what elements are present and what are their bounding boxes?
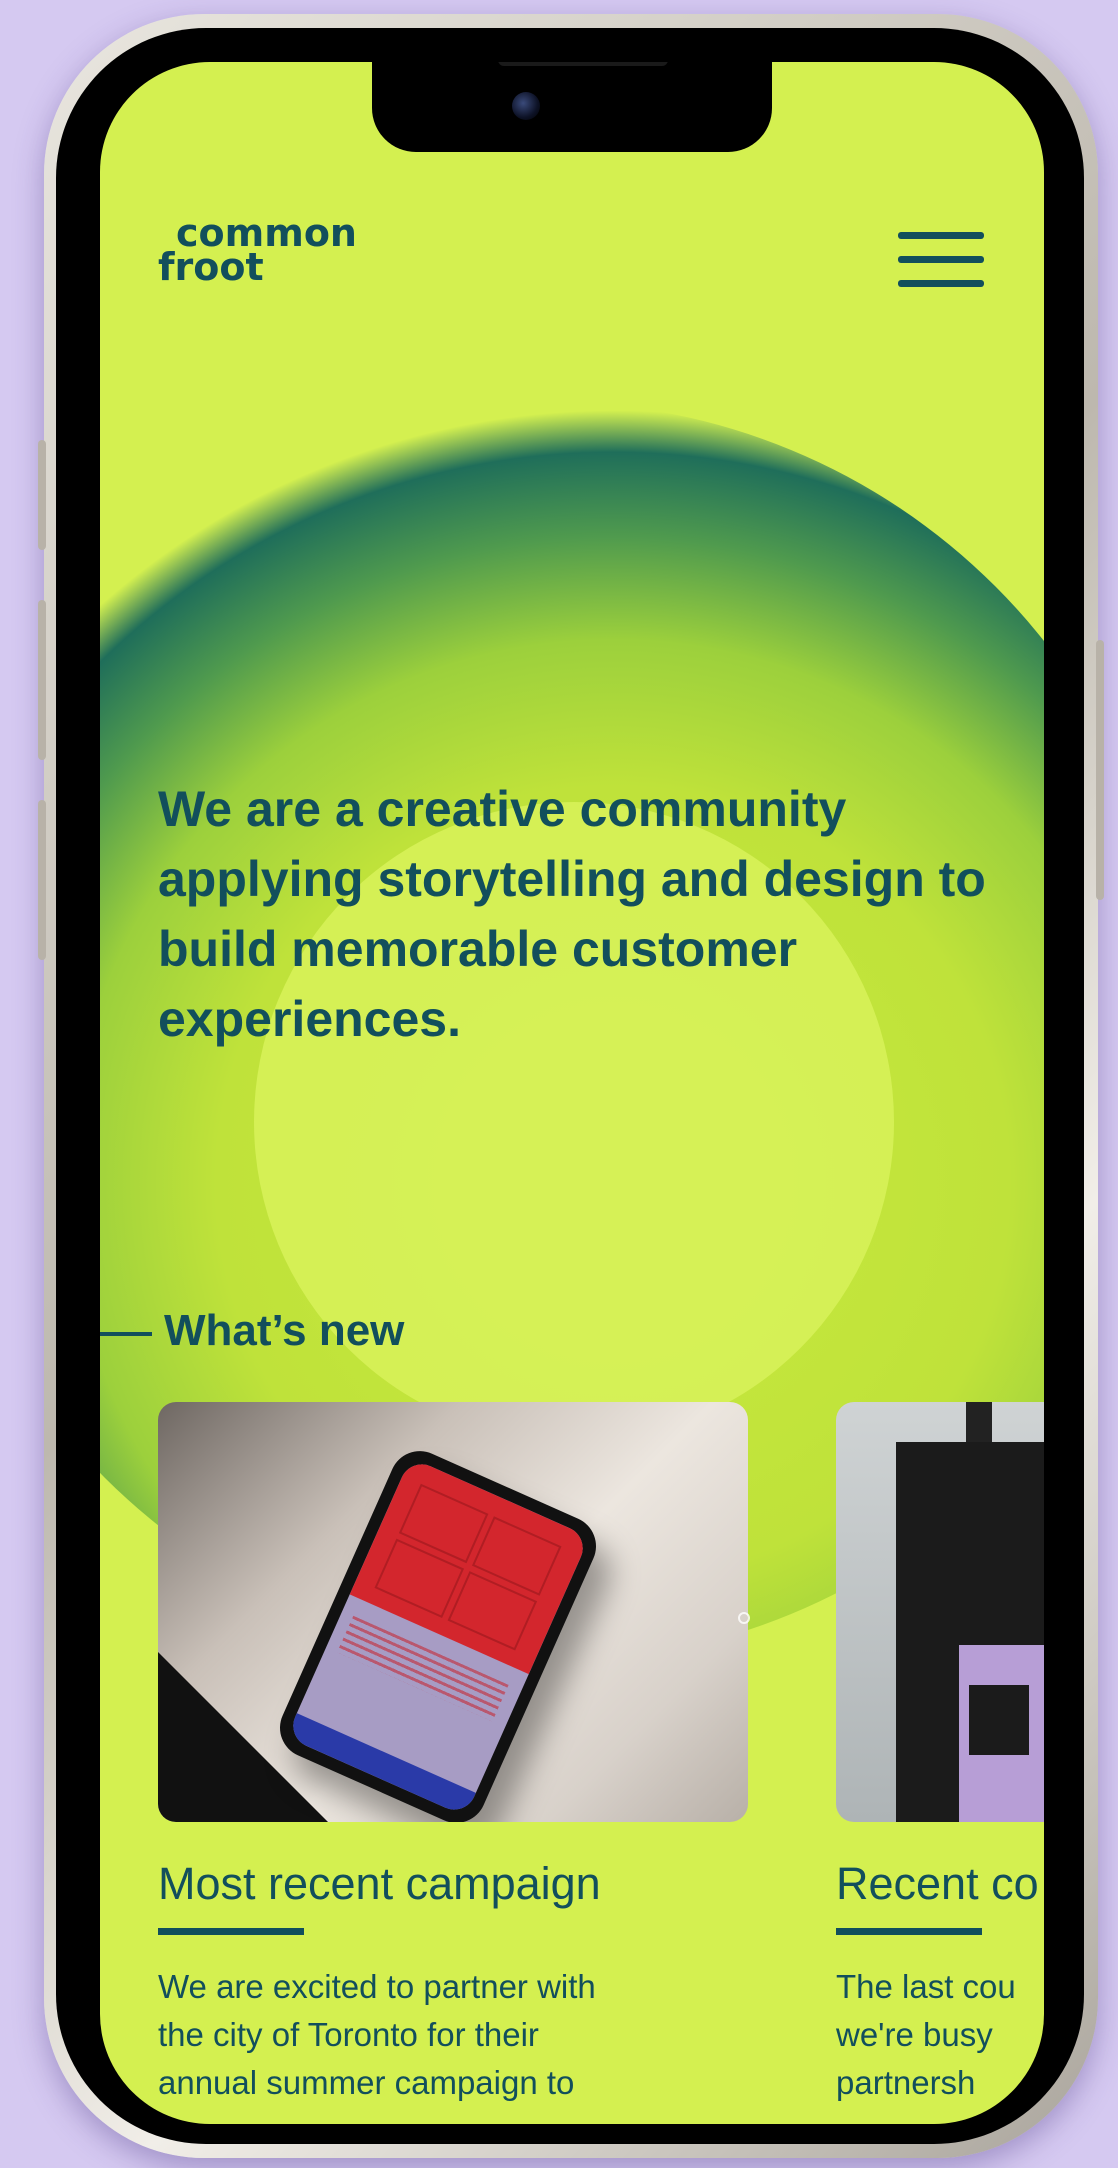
card-title[interactable]: Most recent campaign (158, 1858, 748, 1910)
phone-mockup-image (270, 1441, 606, 1822)
screen: common froot We are a creative community… (100, 62, 1044, 2124)
card-body: The last cou we're busy partnersh (836, 1968, 1016, 2101)
power-button (1096, 640, 1104, 900)
hero-text: We are a creative community applying sto… (158, 781, 986, 1047)
speaker (498, 62, 668, 66)
volume-down-button (38, 600, 46, 760)
volume-up-button (38, 440, 46, 550)
notch (372, 62, 772, 152)
silent-switch (38, 800, 46, 960)
news-card-campaign[interactable]: Most recent campaign We are excited to p… (158, 1402, 748, 2107)
camera-icon (512, 92, 540, 120)
card-image-tote-bag[interactable] (836, 1402, 1044, 1822)
card-title[interactable]: Recent co (836, 1858, 1044, 1910)
hamburger-menu-icon[interactable] (898, 232, 984, 296)
logo[interactable]: common froot (158, 214, 357, 289)
news-card-second[interactable]: Recent co The last cou we're busy partne… (836, 1402, 1044, 2107)
card-image-phone-mockup[interactable] (158, 1402, 748, 1822)
tote-bag-image (896, 1442, 1044, 1822)
card-rule (158, 1928, 304, 1935)
whats-new-heading: What’s new (164, 1306, 405, 1355)
section-line (100, 1332, 152, 1336)
carousel-indicator (738, 1612, 750, 1624)
logo-line-2: froot (158, 245, 264, 289)
card-rule (836, 1928, 982, 1935)
card-body: We are excited to partner with the city … (158, 1968, 596, 2101)
